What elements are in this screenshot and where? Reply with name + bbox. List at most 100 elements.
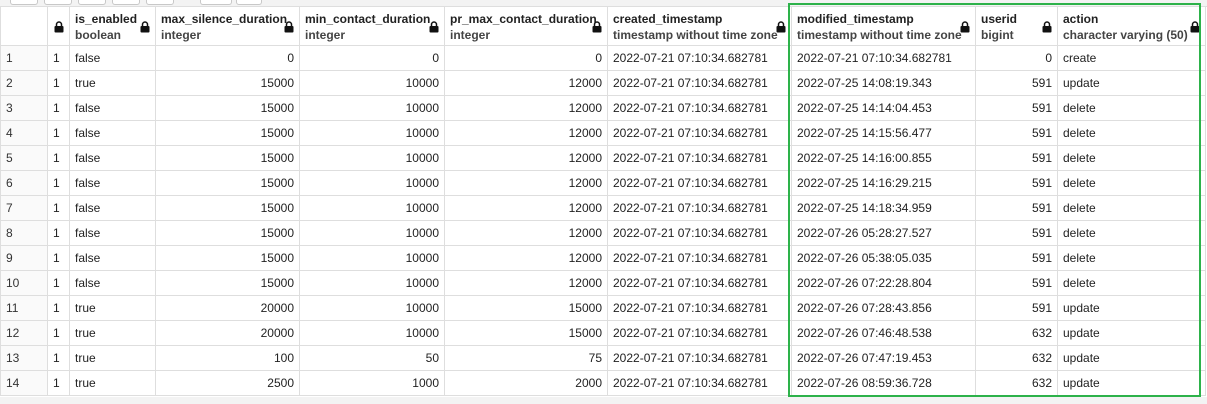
row-number[interactable]: 14 [0, 370, 48, 396]
table-cell[interactable]: 2022-07-21 07:10:34.682781 [607, 295, 792, 321]
table-cell[interactable]: 2022-07-25 14:14:04.453 [791, 95, 976, 121]
table-cell[interactable]: 1 [47, 320, 70, 346]
table-cell[interactable]: delete [1057, 120, 1206, 146]
table-row[interactable]: 13 1 true 100 50 75 2022-07-21 07:10:34.682781… [0, 345, 1206, 371]
table-cell[interactable]: 2022-07-26 07:47:19.453 [791, 345, 976, 371]
table-cell[interactable]: 12000 [444, 195, 608, 221]
column-header[interactable]: is_enabled boolean [69, 6, 156, 46]
table-row[interactable]: 2 1 true 15000 10000 12000 2022-07-21 07:10:34… [0, 70, 1206, 96]
table-cell[interactable]: 2022-07-26 07:46:48.538 [791, 320, 976, 346]
table-cell[interactable]: 2022-07-21 07:10:34.682781 [607, 120, 792, 146]
column-header[interactable]: min_contact_duration integer [299, 6, 445, 46]
table-row[interactable]: 9 1 false 15000 10000 12000 2022-07-21 07:10:3… [0, 245, 1206, 271]
table-cell[interactable]: update [1057, 70, 1206, 96]
table-cell[interactable]: 2500 [155, 370, 300, 396]
table-cell[interactable]: 2022-07-26 07:28:43.856 [791, 295, 976, 321]
table-cell[interactable]: 0 [155, 45, 300, 71]
table-cell[interactable]: true [69, 295, 156, 321]
table-cell[interactable]: 2022-07-21 07:10:34.682781 [607, 345, 792, 371]
table-cell[interactable]: 591 [975, 170, 1058, 196]
table-cell[interactable]: delete [1057, 170, 1206, 196]
table-cell[interactable]: 632 [975, 320, 1058, 346]
table-cell[interactable]: 12000 [444, 95, 608, 121]
table-cell[interactable]: 20000 [155, 320, 300, 346]
table-cell[interactable]: 10000 [299, 145, 445, 171]
table-cell[interactable]: 20000 [155, 295, 300, 321]
table-cell[interactable]: 10000 [299, 95, 445, 121]
table-cell[interactable]: delete [1057, 220, 1206, 246]
table-cell[interactable]: 591 [975, 295, 1058, 321]
table-cell[interactable]: 15000 [155, 220, 300, 246]
table-cell[interactable]: 15000 [444, 295, 608, 321]
table-cell[interactable]: delete [1057, 270, 1206, 296]
toolbar-button[interactable] [112, 0, 140, 5]
row-number[interactable]: 9 [0, 245, 48, 271]
table-cell[interactable]: false [69, 145, 156, 171]
row-number[interactable]: 6 [0, 170, 48, 196]
row-number[interactable]: 10 [0, 270, 48, 296]
table-cell[interactable]: 12000 [444, 245, 608, 271]
table-cell[interactable]: 75 [444, 345, 608, 371]
table-cell[interactable]: true [69, 320, 156, 346]
table-cell[interactable]: 1 [47, 120, 70, 146]
toolbar-button[interactable] [10, 0, 38, 5]
table-cell[interactable]: 15000 [155, 70, 300, 96]
table-cell[interactable]: 2022-07-25 14:15:56.477 [791, 120, 976, 146]
table-cell[interactable]: 1 [47, 95, 70, 121]
table-cell[interactable]: 0 [975, 45, 1058, 71]
table-cell[interactable]: false [69, 95, 156, 121]
table-cell[interactable]: 10000 [299, 70, 445, 96]
table-cell[interactable]: 2022-07-21 07:10:34.682781 [607, 220, 792, 246]
table-cell[interactable]: 591 [975, 95, 1058, 121]
row-number[interactable]: 2 [0, 70, 48, 96]
table-cell[interactable]: 10000 [299, 195, 445, 221]
table-cell[interactable]: 591 [975, 195, 1058, 221]
column-header[interactable] [47, 6, 70, 46]
table-row[interactable]: 14 1 true 2500 1000 2000 2022-07-21 07:10:34.6… [0, 370, 1206, 396]
table-cell[interactable]: 1 [47, 220, 70, 246]
table-row[interactable]: 8 1 false 15000 10000 12000 2022-07-21 07:10:3… [0, 220, 1206, 246]
table-cell[interactable]: 632 [975, 370, 1058, 396]
table-cell[interactable]: 2022-07-21 07:10:34.682781 [607, 320, 792, 346]
table-cell[interactable]: 2022-07-21 07:10:34.682781 [607, 370, 792, 396]
table-cell[interactable]: 591 [975, 270, 1058, 296]
table-cell[interactable]: 2022-07-21 07:10:34.682781 [607, 170, 792, 196]
row-number-header[interactable] [0, 6, 48, 46]
table-cell[interactable]: create [1057, 45, 1206, 71]
row-number[interactable]: 5 [0, 145, 48, 171]
toolbar-button[interactable] [78, 0, 106, 5]
table-cell[interactable]: update [1057, 370, 1206, 396]
table-cell[interactable]: true [69, 370, 156, 396]
table-cell[interactable]: 10000 [299, 170, 445, 196]
table-cell[interactable]: 10000 [299, 245, 445, 271]
table-cell[interactable]: true [69, 70, 156, 96]
table-cell[interactable]: 1 [47, 70, 70, 96]
table-cell[interactable]: 1 [47, 145, 70, 171]
table-cell[interactable]: 1 [47, 295, 70, 321]
table-cell[interactable]: 12000 [444, 145, 608, 171]
table-cell[interactable]: 2022-07-21 07:10:34.682781 [607, 245, 792, 271]
table-cell[interactable]: 2022-07-26 07:22:28.804 [791, 270, 976, 296]
column-header[interactable]: created_timestamp timestamp without time … [607, 6, 792, 46]
table-row[interactable]: 4 1 false 15000 10000 12000 2022-07-21 07:10:3… [0, 120, 1206, 146]
table-cell[interactable]: false [69, 45, 156, 71]
table-row[interactable]: 12 1 true 20000 10000 15000 2022-07-21 07:10:3… [0, 320, 1206, 346]
table-cell[interactable]: 12000 [444, 120, 608, 146]
table-row[interactable]: 5 1 false 15000 10000 12000 2022-07-21 07:10:3… [0, 145, 1206, 171]
table-cell[interactable]: 15000 [444, 320, 608, 346]
table-cell[interactable]: false [69, 220, 156, 246]
table-cell[interactable]: 15000 [155, 245, 300, 271]
table-cell[interactable]: 1 [47, 195, 70, 221]
row-number[interactable]: 13 [0, 345, 48, 371]
table-row[interactable]: 7 1 false 15000 10000 12000 2022-07-21 07:10:3… [0, 195, 1206, 221]
table-cell[interactable]: 1 [47, 45, 70, 71]
table-cell[interactable]: 15000 [155, 170, 300, 196]
toolbar-button[interactable] [236, 0, 262, 5]
table-cell[interactable]: 12000 [444, 170, 608, 196]
table-row[interactable]: 3 1 false 15000 10000 12000 2022-07-21 07:10:3… [0, 95, 1206, 121]
column-header[interactable]: max_silence_duration integer [155, 6, 300, 46]
table-cell[interactable]: 12000 [444, 220, 608, 246]
table-row[interactable]: 11 1 true 20000 10000 15000 2022-07-21 07:10:3… [0, 295, 1206, 321]
table-cell[interactable]: true [69, 345, 156, 371]
table-cell[interactable]: 2022-07-21 07:10:34.682781 [607, 95, 792, 121]
